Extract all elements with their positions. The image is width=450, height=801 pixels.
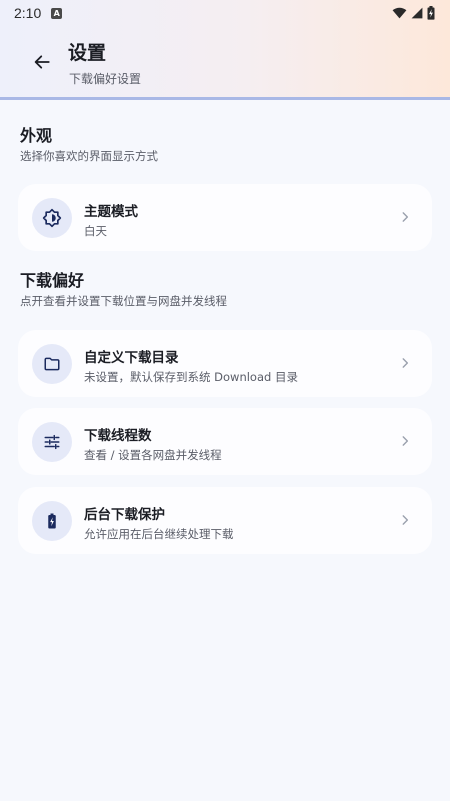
section-desc-download: 点开查看并设置下载位置与网盘并发线程 [20,294,227,308]
battery-icon [427,6,435,20]
setting-title: 主题模式 [84,204,138,220]
setting-value: 未设置，默认保存到系统 Download 目录 [84,370,298,384]
card-icon-wrap [32,422,72,462]
setting-value: 查看 / 设置各网盘并发线程 [84,448,222,462]
card-icon-wrap [32,198,72,238]
setting-value: 允许应用在后台继续处理下载 [84,527,234,541]
top-app-bar: 2:10 A 设置 下载偏好设置 [0,0,450,100]
notification-icon: A [51,7,63,19]
status-bar: 2:10 A [0,0,450,26]
section-title-download: 下载偏好 [20,271,85,290]
battery-charging-icon [48,513,56,529]
tune-sliders-icon [44,434,60,450]
card-icon-wrap [32,501,72,541]
page-subtitle: 下载偏好设置 [69,72,142,86]
setting-item-background-protect[interactable]: 后台下载保护 允许应用在后台继续处理下载 [18,487,432,554]
chevron-right-icon [402,358,409,368]
chevron-right-icon [402,515,409,525]
page-title: 设置 [68,42,107,64]
back-button[interactable] [24,44,60,80]
setting-title: 下载线程数 [84,428,152,444]
status-time: 2:10 [14,5,42,21]
setting-title: 自定义下载目录 [84,350,179,366]
setting-title: 后台下载保护 [84,507,165,523]
chevron-right-icon [402,212,409,222]
section-title-appearance: 外观 [20,126,53,145]
setting-value: 白天 [84,224,107,238]
setting-item-download-dir[interactable]: 自定义下载目录 未设置，默认保存到系统 Download 目录 [18,330,432,397]
wifi-icon [392,7,407,19]
brightness-auto-icon [42,208,62,228]
setting-item-thread-count[interactable]: 下载线程数 查看 / 设置各网盘并发线程 [18,408,432,475]
setting-item-theme-mode[interactable]: 主题模式 白天 [18,184,432,251]
chevron-right-icon [402,436,409,446]
section-desc-appearance: 选择你喜欢的界面显示方式 [20,149,158,163]
arrow-back-icon [34,55,50,69]
card-icon-wrap [32,344,72,384]
status-indicators [392,6,435,20]
folder-icon [44,357,60,371]
cell-signal-icon [411,7,423,19]
header: 设置 下载偏好设置 [0,38,450,94]
